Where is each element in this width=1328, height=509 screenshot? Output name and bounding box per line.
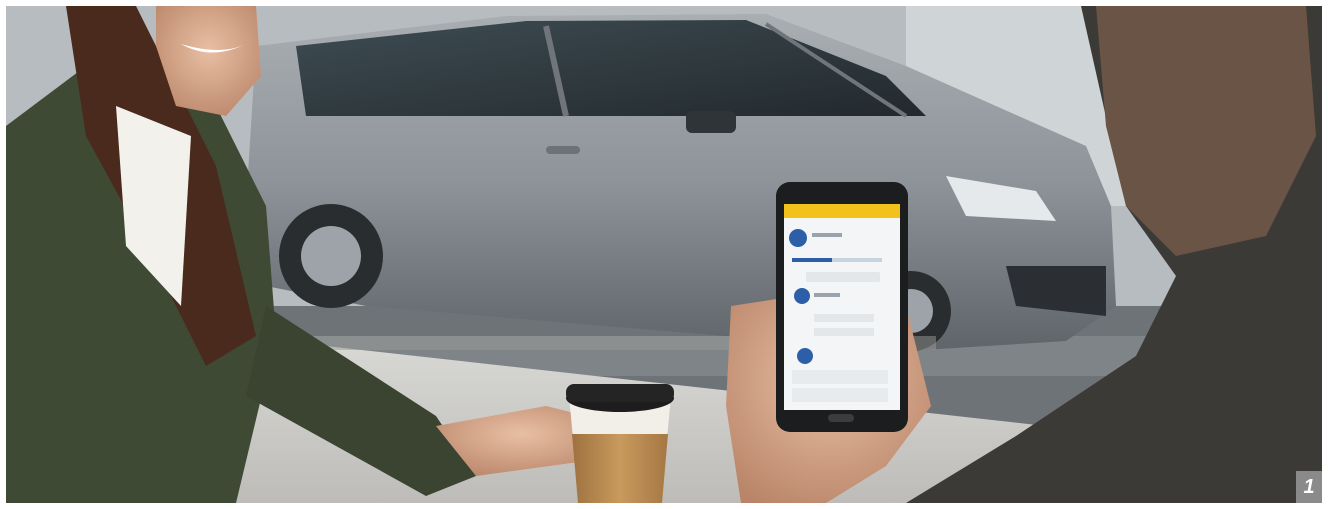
figure-number-badge: 1 [1296, 471, 1322, 503]
photo-scene: 1 [6, 6, 1322, 503]
phone-app-header [784, 204, 900, 218]
smartphone [776, 182, 908, 432]
photo-illustration [6, 6, 1322, 503]
coffee-cup [566, 384, 674, 503]
